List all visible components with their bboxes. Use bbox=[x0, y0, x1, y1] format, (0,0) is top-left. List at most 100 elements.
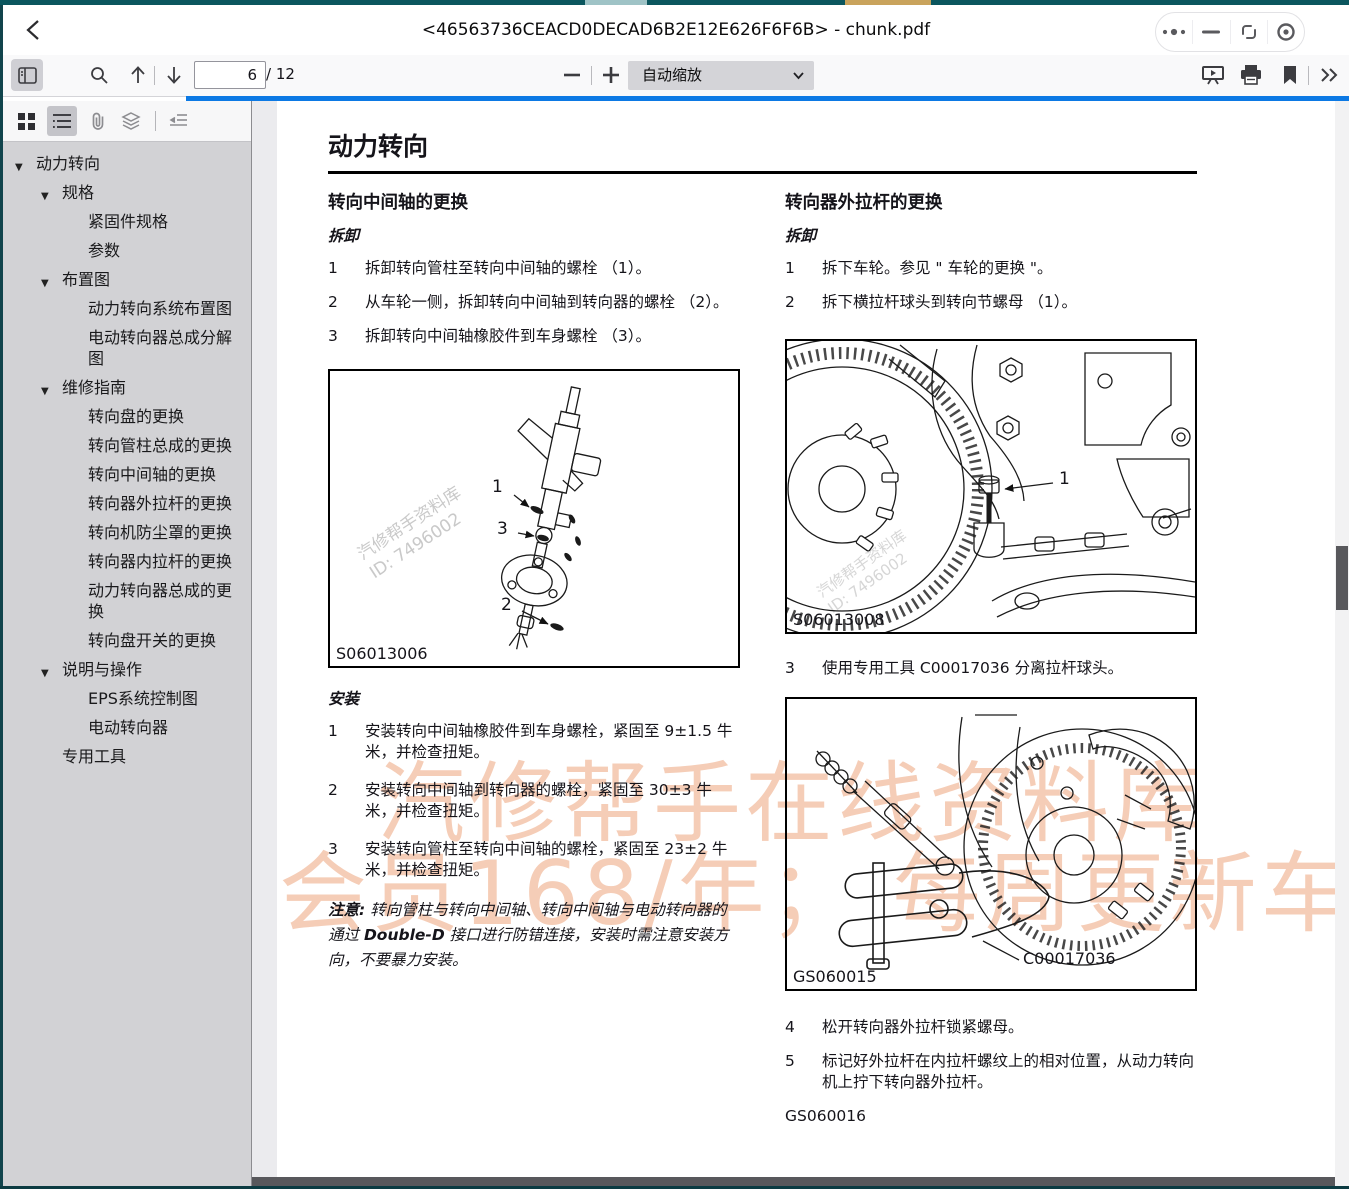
outline-item[interactable]: ▼ 转向盘的更换 bbox=[3, 402, 251, 431]
procedure-step: 2 从车轮一侧，拆卸转向中间轴到转向器的螺栓 （2）。 bbox=[328, 292, 742, 313]
chevron-down-icon bbox=[792, 69, 805, 82]
horizontal-scrollbar[interactable] bbox=[252, 1177, 1349, 1186]
more-options-button[interactable] bbox=[1156, 20, 1192, 44]
outline-item-label: 转向盘开关的更换 bbox=[88, 630, 216, 651]
left-column: 转向中间轴的更换 拆卸 1 拆卸转向管柱至转向中间轴的螺栓 （1）。 2 从车轮… bbox=[328, 189, 742, 973]
step-number: 2 bbox=[328, 292, 365, 313]
outline-item[interactable]: ▼ 布置图 bbox=[3, 265, 251, 294]
outline-item[interactable]: ▼ 转向器内拉杆的更换 bbox=[3, 547, 251, 576]
outline-item-label: 规格 bbox=[62, 182, 94, 203]
right-column: 转向器外拉杆的更换 拆卸 1 拆下车轮。参见 " 车轮的更换 "。 2 拆下横拉… bbox=[785, 189, 1199, 1125]
titlebar: <46563736CEACD0DECAD6B2E12E626F6F6B> - c… bbox=[3, 5, 1349, 56]
outline-item[interactable]: ▼ 参数 bbox=[3, 236, 251, 265]
figure-ball-joint-separator: C00017036 GS060015 bbox=[785, 697, 1197, 991]
outline-item-label: 动力转向 bbox=[36, 153, 100, 174]
minimize-button[interactable] bbox=[1192, 20, 1229, 44]
outline-item[interactable]: ▼ 电动转向器总成分解图 bbox=[3, 323, 251, 373]
outline-view-button[interactable] bbox=[47, 106, 77, 136]
outline-item[interactable]: ▼ 紧固件规格 bbox=[3, 207, 251, 236]
expand-arrow-icon[interactable]: ▼ bbox=[41, 273, 49, 294]
step-number: 2 bbox=[785, 292, 822, 313]
outline-item-label: 转向机防尘罩的更换 bbox=[88, 522, 232, 543]
minus-icon bbox=[564, 73, 580, 77]
outline-item[interactable]: ▼ 规格 bbox=[3, 178, 251, 207]
outline-item[interactable]: ▼ 说明与操作 bbox=[3, 655, 251, 684]
sidebar-resizer[interactable] bbox=[251, 101, 252, 1186]
outline-item-label: 专用工具 bbox=[62, 746, 126, 767]
outline-item-label: 转向中间轴的更换 bbox=[88, 464, 216, 485]
outline-item-label: EPS系统控制图 bbox=[88, 688, 198, 709]
figure-steering-column: 汽修帮手资料库 ID: 7496002 bbox=[328, 369, 740, 668]
expand-arrow-icon[interactable]: ▼ bbox=[15, 157, 23, 178]
outline-item[interactable]: ▼ 转向机防尘罩的更换 bbox=[3, 518, 251, 547]
outline-item-label: 转向管柱总成的更换 bbox=[88, 435, 232, 456]
page-number-input[interactable] bbox=[194, 61, 266, 89]
search-icon bbox=[89, 65, 109, 85]
print-button[interactable] bbox=[1235, 59, 1267, 91]
outline-item[interactable]: ▼ 转向盘开关的更换 bbox=[3, 626, 251, 655]
attachments-view-button[interactable] bbox=[83, 106, 113, 136]
step-text: 标记好外拉杆在内拉杆螺纹上的相对位置，从动力转向机上拧下转向器外拉杆。 bbox=[822, 1051, 1199, 1093]
zoom-out-button[interactable] bbox=[556, 59, 588, 91]
page-count-label: / 12 bbox=[266, 65, 295, 83]
note-label: 注意: bbox=[328, 901, 365, 919]
presentation-icon bbox=[1202, 65, 1224, 85]
sidebar-toggle-icon bbox=[18, 67, 37, 84]
tool-part-number: C00017036 bbox=[1023, 949, 1116, 968]
callout-2: 2 bbox=[501, 595, 512, 615]
outline-item-label: 电动转向器总成分解图 bbox=[88, 327, 246, 369]
double-chevron-right-icon bbox=[1320, 67, 1340, 83]
previous-page-button[interactable] bbox=[122, 59, 154, 91]
outline-item[interactable]: ▼ 转向器外拉杆的更换 bbox=[3, 489, 251, 518]
procedure-step: 2 拆下横拉杆球头到转向节螺母 （1）。 bbox=[785, 292, 1199, 313]
target-button[interactable] bbox=[1267, 20, 1304, 44]
restore-button[interactable] bbox=[1230, 20, 1267, 44]
step-number: 2 bbox=[328, 780, 365, 822]
callout-3: 3 bbox=[497, 519, 508, 539]
outline-item[interactable]: ▼ 电动转向器 bbox=[3, 713, 251, 742]
minimize-icon bbox=[1202, 30, 1220, 34]
step-text: 使用专用工具 C00017036 分离拉杆球头。 bbox=[822, 658, 1199, 679]
document-title: <46563736CEACD0DECAD6B2E12E626F6F6B> - c… bbox=[3, 5, 1349, 55]
outline-item[interactable]: ▼ EPS系统控制图 bbox=[3, 684, 251, 713]
thumbnails-view-button[interactable] bbox=[11, 106, 41, 136]
outline-item[interactable]: ▼ 动力转向系统布置图 bbox=[3, 294, 251, 323]
vertical-scrollbar[interactable] bbox=[1335, 101, 1349, 1177]
outline-item[interactable]: ▼ 动力转向器总成的更换 bbox=[3, 576, 251, 626]
step-number: 1 bbox=[785, 258, 822, 279]
page-title: 动力转向 bbox=[328, 127, 428, 163]
step-number: 3 bbox=[785, 658, 822, 679]
printer-icon bbox=[1240, 65, 1262, 85]
zoom-scale-select[interactable]: 自动缩放 bbox=[628, 61, 814, 90]
plus-icon bbox=[603, 67, 619, 83]
removal-subheading: 拆卸 bbox=[785, 224, 1199, 246]
outline-item[interactable]: ▼ 转向管柱总成的更换 bbox=[3, 431, 251, 460]
outline-item-label: 动力转向器总成的更换 bbox=[88, 580, 246, 622]
outline-item[interactable]: ▼ 专用工具 bbox=[3, 742, 251, 771]
zoom-in-button[interactable] bbox=[595, 59, 627, 91]
outline-tree: ▼ 动力转向 ▼ 规格 ▼ 紧固件规格 ▼ 参数 bbox=[3, 142, 251, 771]
procedure-step: 4 松开转向器外拉杆锁紧螺母。 bbox=[785, 1017, 1199, 1038]
vertical-scrollbar-thumb[interactable] bbox=[1336, 546, 1348, 610]
step-text: 拆卸转向管柱至转向中间轴的螺栓 （1）。 bbox=[365, 258, 742, 279]
presentation-mode-button[interactable] bbox=[1197, 59, 1229, 91]
outline-item[interactable]: ▼ 转向中间轴的更换 bbox=[3, 460, 251, 489]
horizontal-scrollbar-thumb[interactable] bbox=[252, 1177, 1335, 1186]
step-text: 安装转向中间轴橡胶件到车身螺栓，紧固至 9±1.5 牛米，并检查扭矩。 bbox=[365, 721, 742, 763]
current-outline-item-button[interactable] bbox=[163, 106, 193, 136]
outline-item-label: 动力转向系统布置图 bbox=[88, 298, 232, 319]
bookmark-button[interactable] bbox=[1274, 59, 1306, 91]
next-page-button[interactable] bbox=[158, 59, 190, 91]
expand-arrow-icon[interactable]: ▼ bbox=[41, 663, 49, 684]
outline-item[interactable]: ▼ 维修指南 bbox=[3, 373, 251, 402]
more-tools-button[interactable] bbox=[1314, 59, 1346, 91]
layers-view-button[interactable] bbox=[116, 106, 146, 136]
step-text: 拆下车轮。参见 " 车轮的更换 "。 bbox=[822, 258, 1199, 279]
outline-item[interactable]: ▼ 动力转向 bbox=[3, 149, 251, 178]
ellipsis-icon bbox=[1161, 26, 1187, 38]
figure-label: S06013006 bbox=[336, 644, 428, 663]
expand-arrow-icon[interactable]: ▼ bbox=[41, 186, 49, 207]
find-button[interactable] bbox=[83, 59, 115, 91]
toggle-sidebar-button[interactable] bbox=[11, 59, 43, 91]
expand-arrow-icon[interactable]: ▼ bbox=[41, 381, 49, 402]
